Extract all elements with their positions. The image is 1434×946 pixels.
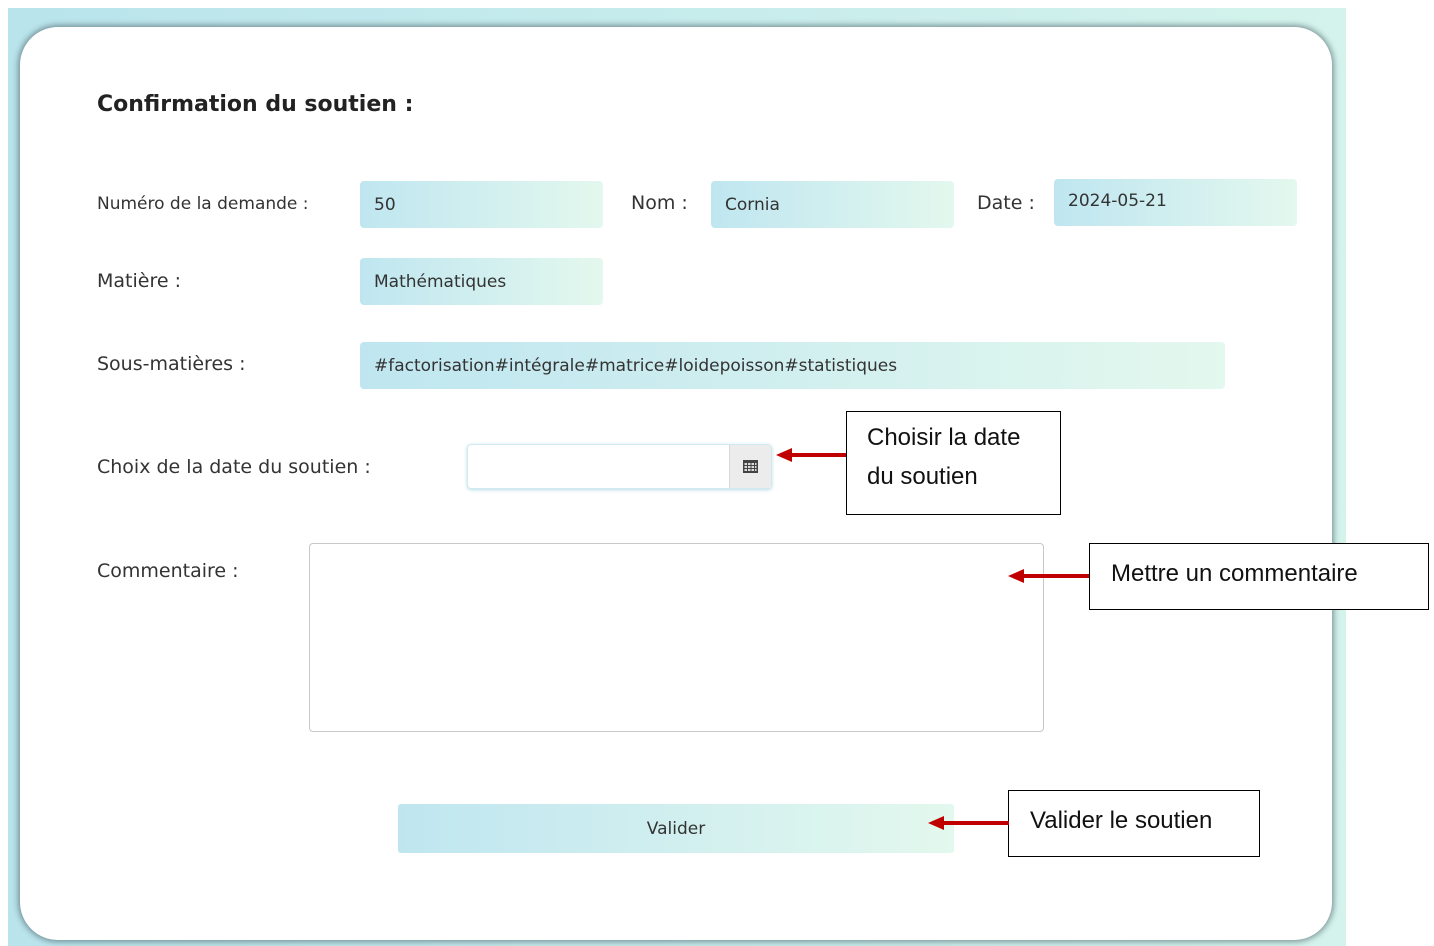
date-picker-button[interactable] bbox=[729, 445, 771, 488]
matiere-field[interactable]: Mathématiques bbox=[360, 258, 603, 305]
date-arrow-icon bbox=[776, 448, 846, 462]
validate-arrow-icon bbox=[928, 816, 1009, 830]
sous-matieres-field[interactable]: #factorisation#intégrale#matrice#loidepo… bbox=[360, 342, 1225, 389]
date-callout-line2: du soutien bbox=[867, 463, 978, 490]
date-callout-line1: Choisir la date bbox=[867, 424, 1021, 451]
nom-field[interactable]: Cornia bbox=[711, 181, 954, 228]
commentaire-label: Commentaire : bbox=[97, 560, 239, 582]
sous-matieres-label: Sous-matières : bbox=[97, 353, 246, 375]
comment-callout: Mettre un commentaire bbox=[1089, 543, 1429, 610]
date-picker-input[interactable] bbox=[468, 445, 728, 488]
calendar-icon bbox=[743, 460, 758, 473]
matiere-label: Matière : bbox=[97, 270, 181, 292]
date-callout: Choisir la date du soutien bbox=[846, 411, 1061, 515]
choix-date-label: Choix de la date du soutien : bbox=[97, 456, 371, 478]
commentaire-textarea[interactable] bbox=[309, 543, 1044, 732]
comment-arrow-icon bbox=[1008, 569, 1089, 583]
date-picker[interactable] bbox=[467, 444, 772, 489]
numero-label: Numéro de la demande : bbox=[97, 194, 309, 214]
page-title: Confirmation du soutien : bbox=[97, 92, 414, 117]
valider-button[interactable]: Valider bbox=[398, 804, 954, 853]
validate-callout: Valider le soutien bbox=[1008, 790, 1260, 857]
nom-label: Nom : bbox=[631, 192, 688, 214]
comment-callout-text: Mettre un commentaire bbox=[1111, 560, 1358, 587]
date-label: Date : bbox=[977, 192, 1035, 214]
numero-field[interactable]: 50 bbox=[360, 181, 603, 228]
date-field[interactable]: 2024-05-21 bbox=[1054, 179, 1297, 226]
validate-callout-text: Valider le soutien bbox=[1030, 807, 1213, 834]
